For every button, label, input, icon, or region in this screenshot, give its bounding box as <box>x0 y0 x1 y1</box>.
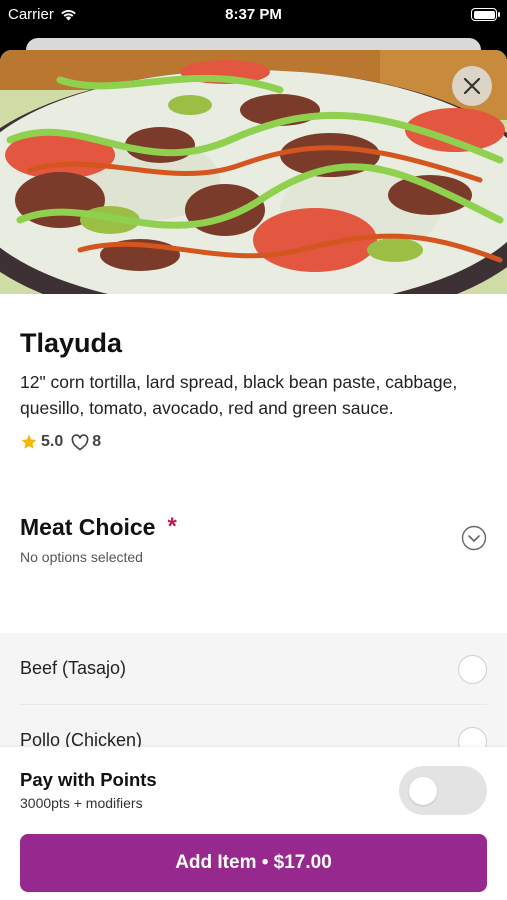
option-radio[interactable] <box>458 655 487 684</box>
battery-icon <box>471 8 500 21</box>
close-icon <box>463 77 481 95</box>
option-row[interactable]: Beef (Tasajo) <box>20 633 487 705</box>
pay-with-points-toggle[interactable] <box>399 766 487 815</box>
item-stats: 5.0 8 <box>20 433 487 451</box>
item-title: Tlayuda <box>20 328 123 358</box>
likes-count: 8 <box>92 433 102 450</box>
item-details: Tlayuda 12" corn tortilla, lard spread, … <box>0 328 507 571</box>
modifier-group-title: Meat Choice * <box>20 513 487 541</box>
likes[interactable]: 8 <box>71 433 101 451</box>
add-item-button[interactable]: Add Item • $17.00 <box>20 834 487 892</box>
item-description: 12" corn tortilla, lard spread, black be… <box>20 372 458 418</box>
points-title: Pay with Points <box>20 769 157 790</box>
required-marker: * <box>167 513 177 540</box>
status-bar: Carrier 8:37 PM <box>0 0 507 30</box>
close-button[interactable] <box>452 66 492 106</box>
item-detail-modal: Tlayuda 12" corn tortilla, lard spread, … <box>0 50 507 900</box>
selection-status: No options selected <box>20 549 143 565</box>
modifier-group-name: Meat Choice <box>20 513 156 540</box>
rating-value: 5.0 <box>41 433 64 450</box>
status-time: 8:37 PM <box>225 6 282 23</box>
rating: 5.0 <box>20 433 63 451</box>
option-label: Beef (Tasajo) <box>20 658 127 678</box>
points-subtitle: 3000pts + modifiers <box>20 795 143 811</box>
chevron-down-icon[interactable] <box>461 525 487 551</box>
heart-icon <box>71 433 89 450</box>
star-icon <box>21 434 37 449</box>
checkout-bar: Pay with Points 3000pts + modifiers Add … <box>0 747 507 900</box>
item-photo <box>0 50 507 294</box>
toggle-knob <box>409 777 437 805</box>
meat-choice-header[interactable]: Meat Choice * No options selected <box>20 513 487 571</box>
